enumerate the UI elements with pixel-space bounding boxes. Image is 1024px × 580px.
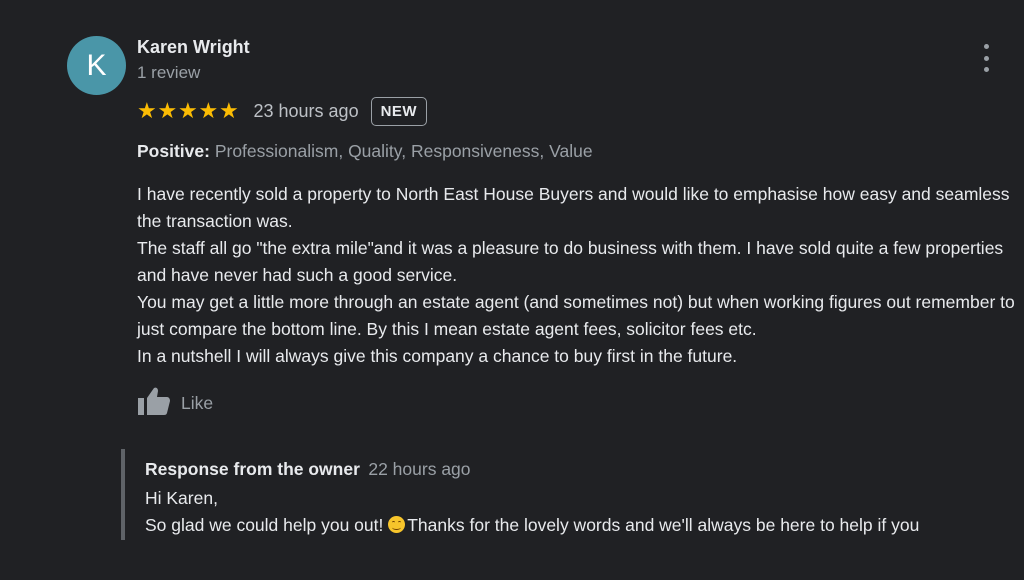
owner-response: Response from the owner 22 hours ago Hi … <box>121 449 1024 540</box>
review-time: 23 hours ago <box>253 100 359 121</box>
new-badge: NEW <box>370 96 428 126</box>
positive-attributes: Positive: Professionalism, Quality, Resp… <box>137 141 593 162</box>
reviewer-avatar[interactable]: K <box>67 36 126 95</box>
rating-row: ★ ★ ★ ★ ★ 23 hours ago NEW <box>137 96 428 126</box>
more-options-icon[interactable] <box>976 44 996 72</box>
star-rating: ★ ★ ★ ★ ★ <box>137 100 240 122</box>
owner-message-start: So glad we could help you out! <box>145 515 389 535</box>
star-icon: ★ <box>137 98 157 123</box>
star-icon: ★ <box>157 98 178 123</box>
owner-response-body: Hi Karen, So glad we could help you out!… <box>145 485 1024 539</box>
review-line: In a nutshell I will always give this co… <box>137 346 738 366</box>
like-label: Like <box>181 393 214 413</box>
positive-label: Positive: <box>137 141 210 161</box>
dot <box>983 67 989 72</box>
thumbs-up-icon <box>137 386 171 421</box>
owner-message-end: Thanks for the lovely words and we'll al… <box>407 515 920 535</box>
dot <box>983 55 989 61</box>
smiling-face-icon <box>388 516 406 533</box>
owner-response-title: Response from the owner <box>145 459 360 479</box>
star-icon: ★ <box>178 98 198 123</box>
owner-response-header: Response from the owner 22 hours ago <box>145 459 471 480</box>
like-button[interactable]: Like <box>137 386 213 421</box>
dot <box>983 44 989 49</box>
review-text: I have recently sold a property to North… <box>137 181 1022 370</box>
review-line: I have recently sold a property to North… <box>137 184 1010 231</box>
owner-message: So glad we could help you out! Thanks fo… <box>145 512 1024 539</box>
positive-values: Professionalism, Quality, Responsiveness… <box>214 141 593 161</box>
avatar-letter: K <box>86 48 107 82</box>
review-line: You may get a little more through an est… <box>137 292 1015 339</box>
owner-response-time: 22 hours ago <box>368 459 471 479</box>
review-line: The staff all go "the extra mile"and it … <box>137 238 1004 285</box>
star-icon: ★ <box>198 98 219 123</box>
star-icon: ★ <box>219 98 239 123</box>
owner-greeting: Hi Karen, <box>145 488 218 508</box>
review-count: 1 review <box>137 63 201 82</box>
reviewer-name[interactable]: Karen Wright <box>137 37 250 58</box>
